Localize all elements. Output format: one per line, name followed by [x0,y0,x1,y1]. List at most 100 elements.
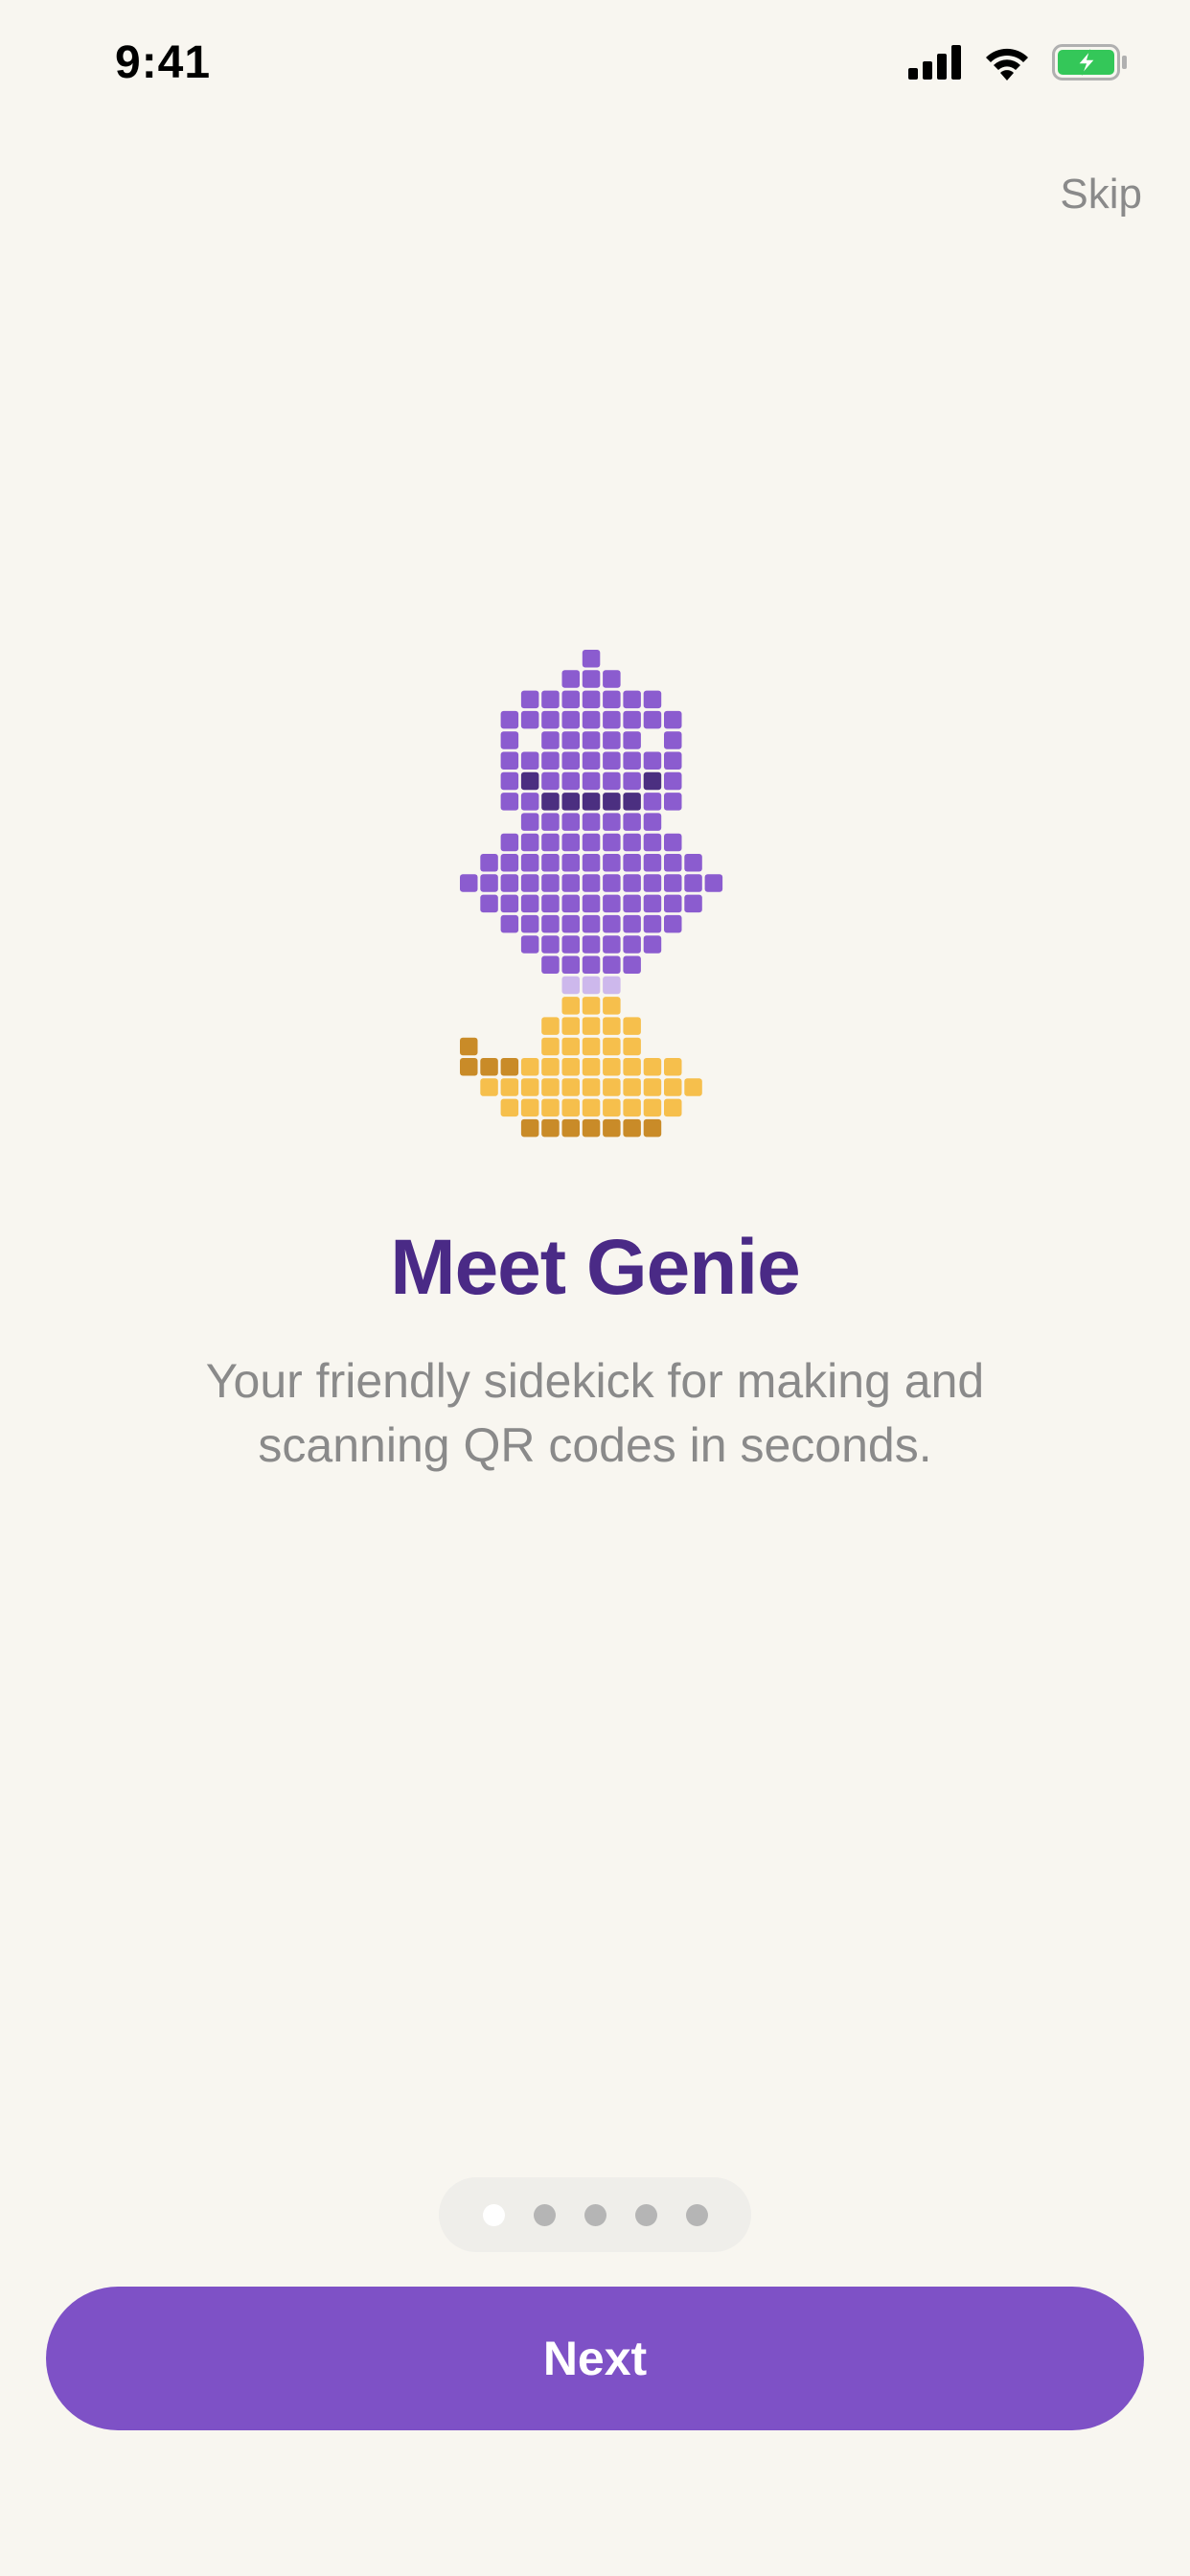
page-indicator[interactable] [439,2177,751,2252]
mascot-pixel [460,1037,478,1056]
mascot-pixel [541,955,560,974]
mascot-pixel [664,914,682,933]
mascot-pixel [582,997,601,1015]
mascot-pixel [520,1078,539,1096]
mascot-pixel [541,854,560,872]
wifi-icon [986,48,1028,80]
mascot-pixel [664,854,682,872]
mascot-pixel [561,874,580,892]
mascot-pixel [541,731,560,749]
mascot-pixel [520,833,539,852]
mascot-pixel [500,1058,519,1076]
mascot-pixel [603,1078,621,1096]
status-icons [908,44,1129,80]
mascot-pixel [541,1037,560,1056]
mascot-pixel [603,997,621,1015]
mascot-pixel [500,751,519,770]
mascot-pixel [603,955,621,974]
page-dot[interactable] [634,2203,657,2226]
mascot-pixel [603,793,621,811]
mascot-pixel [664,731,682,749]
page-subtitle: Your friendly sidekick for making and sc… [205,1354,985,1472]
mascot-pixel [561,1118,580,1138]
mascot-pixel [623,731,641,749]
mascot-pixel [561,793,580,811]
mascot-pixel [582,1058,601,1076]
mascot-pixel [582,894,601,913]
mascot-pixel [460,1058,478,1076]
genie-mascot-icon [460,650,723,1138]
mascot-pixel [582,710,601,729]
mascot-pixel [541,793,560,811]
mascot-pixel [520,1098,539,1117]
mascot-pixel [603,833,621,852]
mascot-pixel [561,997,580,1015]
mascot-pixel [664,1078,682,1096]
mascot-pixel [684,894,702,913]
mascot-pixel [520,935,539,954]
mascot-pixel [603,935,621,954]
mascot-pixel [561,914,580,933]
mascot-pixel [623,894,641,913]
mascot-pixel [603,1118,621,1138]
mascot-pixel [582,793,601,811]
mascot-pixel [541,874,560,892]
mascot-pixel [623,914,641,933]
mascot-pixel [623,935,641,954]
battery-charging-icon [1052,44,1127,80]
mascot-pixel [520,854,539,872]
skip-button[interactable]: Skip [1060,171,1142,218]
mascot-pixel [500,854,519,872]
next-button[interactable]: Next [46,2287,1144,2430]
mascot-pixel [561,1037,580,1056]
mascot-pixel [582,670,601,688]
mascot-pixel [520,1118,539,1138]
mascot-pixel [541,813,560,831]
mascot-pixel [623,1037,641,1056]
mascot-pixel [541,914,560,933]
mascot-pixel [561,1017,580,1035]
mascot-pixel [603,976,621,995]
mascot-pixel [603,894,621,913]
mascot-pixel [561,976,580,995]
mascot-pixel [500,771,519,791]
mascot-pixel [623,1078,641,1096]
mascot-pixel [582,935,601,954]
mascot-pixel [643,813,662,831]
mascot-pixel [520,894,539,913]
mascot-pixel [603,874,621,892]
mascot-pixel [603,1098,621,1117]
mascot-pixel [541,771,560,791]
mascot-pixel [520,813,539,831]
page-dot[interactable] [533,2203,556,2226]
mascot-pixel [603,1017,621,1035]
mascot-pixel [582,976,601,995]
mascot-pixel [520,793,539,811]
mascot-pixel [541,1078,560,1096]
page-dot[interactable] [584,2203,606,2226]
mascot-pixel [643,935,662,954]
page-dot[interactable] [685,2203,708,2226]
mascot-pixel [561,833,580,852]
mascot-pixel [541,1058,560,1076]
mascot-pixel [582,1017,601,1035]
mascot-pixel [643,1098,662,1117]
mascot-pixel [500,874,519,892]
mascot-pixel [500,914,519,933]
mascot-pixel [500,894,519,913]
mascot-pixel [520,751,539,770]
mascot-pixel [623,771,641,791]
mascot-pixel [582,854,601,872]
mascot-pixel [582,955,601,974]
mascot-pixel [643,833,662,852]
mascot-pixel [500,1078,519,1096]
mascot-pixel [582,771,601,791]
mascot-pixel [541,1098,560,1117]
page-dot[interactable] [482,2203,505,2226]
mascot-pixel [643,1078,662,1096]
mascot-pixel [480,874,498,892]
mascot-pixel [541,751,560,770]
status-bar: 9:41 [0,0,1190,134]
mascot-pixel [603,751,621,770]
mascot-pixel [623,751,641,770]
